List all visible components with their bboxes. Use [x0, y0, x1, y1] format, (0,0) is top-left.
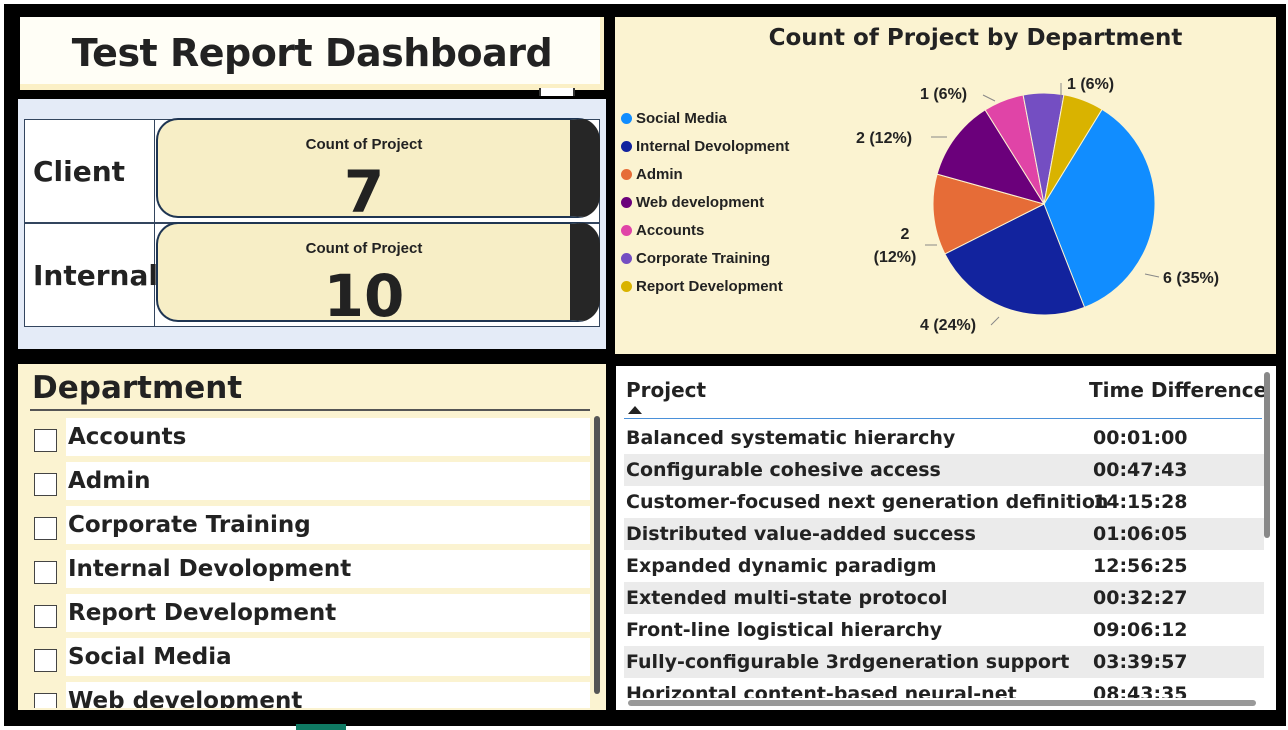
cell-project: Distributed value-added success	[626, 523, 976, 545]
checkbox[interactable]	[34, 561, 57, 584]
table-horizontal-scrollbar[interactable]	[628, 700, 1256, 706]
kpi-label-internal: Internal	[25, 224, 158, 326]
checkbox[interactable]	[34, 517, 57, 540]
table-row[interactable]: Expanded dynamic paradigm 12:56:25	[624, 550, 1264, 582]
kpi-panel: Client Count of Project 7 Internal Count…	[18, 99, 606, 349]
slicer-item-accounts[interactable]: Accounts	[30, 418, 590, 462]
table-row[interactable]: Horizontal content-based neural-net 08:43…	[624, 678, 1264, 698]
cell-time: 12:56:25	[1093, 555, 1188, 577]
kpi-value: 10	[323, 262, 405, 322]
title-card: Test Report Dashboard	[20, 17, 604, 90]
checkbox[interactable]	[34, 473, 57, 496]
kpi-caption: Count of Project	[305, 136, 423, 153]
cell-project: Balanced systematic hierarchy	[626, 427, 956, 449]
checkbox[interactable]	[34, 649, 57, 672]
department-slicer: Department Accounts Admin Corporate Trai…	[18, 364, 606, 710]
cell-time: 00:47:43	[1093, 459, 1188, 481]
cell-time: 03:39:57	[1093, 651, 1188, 673]
item-label: Internal Devolopment	[68, 556, 352, 582]
cell-time: 01:06:05	[1093, 523, 1188, 545]
header-divider	[624, 418, 1262, 419]
cell-project: Horizontal content-based neural-net	[626, 683, 1017, 698]
cell-time: 09:06:12	[1093, 619, 1188, 641]
item-label: Web development	[68, 688, 303, 708]
table-row[interactable]: Balanced systematic hierarchy 00:01:00	[624, 422, 1264, 454]
slicer-title: Department	[32, 370, 243, 406]
cell-time: 08:43:35	[1093, 683, 1188, 698]
page-tab-active[interactable]	[296, 724, 346, 730]
item-label: Corporate Training	[68, 512, 311, 538]
item-label: Accounts	[68, 424, 187, 450]
pie-data-label: 2 (12%)	[856, 130, 912, 147]
kpi-row-internal: Internal Count of Project 10	[24, 222, 600, 327]
pie-data-label: 2 (12%)	[874, 226, 917, 266]
cell-project: Front-line logistical hierarchy	[626, 619, 943, 641]
table-row[interactable]: Distributed value-added success 01:06:05	[624, 518, 1264, 550]
slicer-item-social-media[interactable]: Social Media	[30, 638, 590, 682]
table-row[interactable]: Front-line logistical hierarchy 09:06:12	[624, 614, 1264, 646]
kpi-card-internal[interactable]: Count of Project 10	[156, 222, 600, 322]
kpi-row-client: Client Count of Project 7	[24, 118, 600, 223]
leader-line	[1144, 273, 1160, 278]
kpi-caption: Count of Project	[305, 240, 423, 257]
cell-time: 00:01:00	[1093, 427, 1188, 449]
cell-time: 14:15:28	[1093, 491, 1188, 513]
column-header-project[interactable]: Project	[626, 378, 706, 402]
slicer-item-report-development[interactable]: Report Development	[30, 594, 590, 638]
kpi-card-client[interactable]: Count of Project 7	[156, 118, 600, 218]
project-table: Project Time Difference Balanced systema…	[616, 366, 1276, 710]
kpi-value: 7	[343, 158, 385, 218]
title-tab-decoration	[539, 88, 575, 96]
cell-project: Configurable cohesive access	[626, 459, 941, 481]
slicer-item-corporate-training[interactable]: Corporate Training	[30, 506, 590, 550]
page-tab-strip	[0, 726, 1288, 730]
checkbox[interactable]	[34, 429, 57, 452]
pie-data-label: 6 (35%)	[1163, 270, 1219, 287]
dashboard-canvas: Test Report Dashboard Client Count of Pr…	[4, 4, 1286, 726]
page-title: Test Report Dashboard	[71, 31, 553, 75]
table-row[interactable]: Fully-configurable 3rdgeneration support…	[624, 646, 1264, 678]
cell-project: Extended multi-state protocol	[626, 587, 948, 609]
cell-time: 00:32:27	[1093, 587, 1188, 609]
table-body: Balanced systematic hierarchy 00:01:00 Co…	[624, 422, 1264, 698]
cell-project: Fully-configurable 3rdgeneration support	[626, 651, 1070, 673]
slicer-scrollbar[interactable]	[594, 416, 600, 694]
slicer-item-web-development[interactable]: Web development	[30, 682, 590, 708]
leader-line	[990, 316, 1000, 326]
checkbox[interactable]	[34, 605, 57, 628]
leader-line	[982, 94, 996, 102]
table-row[interactable]: Extended multi-state protocol 00:32:27	[624, 582, 1264, 614]
slicer-divider	[30, 409, 590, 411]
slicer-item-admin[interactable]: Admin	[30, 462, 590, 506]
table-vertical-scrollbar[interactable]	[1264, 372, 1270, 538]
kpi-label-client: Client	[25, 120, 155, 222]
sort-ascending-icon[interactable]	[628, 406, 642, 414]
pie-data-label: 1 (6%)	[1067, 76, 1114, 93]
cell-project: Customer-focused next generation definit…	[626, 491, 1109, 513]
pie-chart: 6 (35%) 4 (24%) 2 (12%) 2 (12%) 1 (6%) 1 (6%)	[856, 76, 1219, 334]
pie-data-label: 4 (24%)	[920, 317, 976, 334]
table-row[interactable]: Configurable cohesive access 00:47:43	[624, 454, 1264, 486]
checkbox[interactable]	[34, 693, 57, 708]
slicer-list: Accounts Admin Corporate Training Intern…	[30, 414, 594, 708]
item-label: Social Media	[68, 644, 232, 670]
column-header-time-difference[interactable]: Time Difference	[1089, 378, 1267, 402]
cell-project: Expanded dynamic paradigm	[626, 555, 937, 577]
item-label: Admin	[68, 468, 151, 494]
table-row[interactable]: Customer-focused next generation definit…	[624, 486, 1264, 518]
pie-chart-panel: Count of Project by Department Social Me…	[615, 17, 1276, 354]
pie-data-label: 1 (6%)	[920, 86, 967, 103]
item-label: Report Development	[68, 600, 337, 626]
slicer-item-internal-devolopment[interactable]: Internal Devolopment	[30, 550, 590, 594]
